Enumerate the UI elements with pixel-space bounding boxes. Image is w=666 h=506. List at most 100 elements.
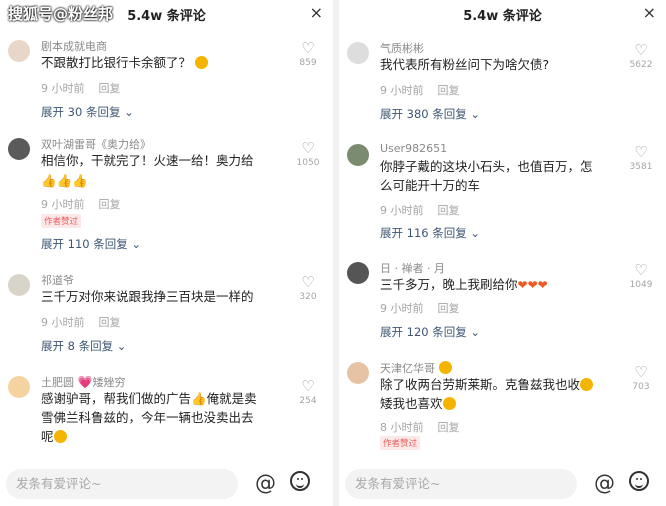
like-button[interactable]: ♡ 859 (295, 40, 321, 68)
comment-text: 三千万对你来说跟我挣三百块是一样的 (41, 289, 254, 304)
comment-username[interactable]: 日 · 禅者 · 月 (380, 260, 445, 276)
heart-icon: ♡ (634, 363, 648, 381)
comment-username[interactable]: 祁道爷 (41, 272, 74, 288)
close-icon[interactable]: × (310, 3, 323, 22)
comment-input-bar: 发条有爱评论~ @ (339, 460, 666, 506)
comment-text: 呢 (41, 427, 286, 446)
comment-time: 9 小时前 (380, 204, 424, 217)
heart-icon: ♡ (301, 139, 315, 157)
expand-replies-button[interactable]: 展开 30 条回复 ⌄ (41, 104, 134, 120)
expand-replies-button[interactable]: 展开 8 条回复 ⌄ (41, 338, 126, 354)
close-icon[interactable]: × (643, 3, 656, 22)
comment-text-emoji: 👍👍👍 (41, 173, 88, 188)
heart-icon: ♡ (634, 41, 648, 59)
like-button[interactable]: ♡ 320 (295, 274, 321, 302)
like-count: 703 (632, 382, 650, 392)
screenshot-composite: 搜狐号@粉丝邦 5.4w 条评论 × 剧本成就电商 不跟散打比银行卡余额了？ 9… (0, 0, 666, 506)
comment-meta: 9 小时前 回复 (41, 314, 121, 330)
reply-button[interactable]: 回复 (438, 302, 460, 315)
emoji-icon (195, 56, 208, 69)
like-count: 3581 (629, 162, 653, 172)
comment-username[interactable]: 天津亿华哥 (380, 360, 452, 376)
right-comment-panel: 5.4w 条评论 × 气质彬彬 我代表所有粉丝问下为啥欠债? 9 小时前 回复 展… (333, 0, 666, 506)
comment-time: 8 小时前 (380, 421, 424, 434)
comment-text: 感谢驴哥，帮我们做的广告👍俺就是卖 (41, 391, 257, 406)
comment-meta: 8 小时前 回复 (380, 419, 460, 435)
comment-input-bar: 发条有爱评论~ @ (0, 460, 333, 506)
comment-text: 不跟散打比银行卡余额了？ (41, 53, 286, 72)
like-count: 5622 (629, 60, 653, 70)
avatar[interactable] (347, 262, 369, 284)
comment-username[interactable]: 双叶湖雷哥《奥力给》 (41, 136, 151, 152)
avatar[interactable] (8, 40, 30, 62)
avatar[interactable] (8, 376, 30, 398)
comment-header: 5.4w 条评论 × (339, 0, 666, 26)
like-count: 1050 (296, 158, 320, 168)
like-count: 254 (299, 396, 317, 406)
like-button[interactable]: ♡ 5622 (628, 42, 654, 70)
comment-text: 你脖子戴的这块小石头，也值百万，怎 (380, 159, 593, 174)
like-button[interactable]: ♡ 1049 (628, 262, 654, 290)
heart-emoji-icon: 💗 (77, 375, 93, 389)
comment-meta: 9 小时前 回复 (380, 202, 460, 218)
emoji-icon (438, 361, 452, 374)
expand-replies-button[interactable]: 展开 110 条回复 ⌄ (41, 236, 141, 252)
comment-username[interactable]: User982651 (380, 142, 447, 155)
author-liked-badge: 作者赞过 (41, 214, 82, 228)
comment-text: 矮我也喜欢 (380, 394, 625, 413)
comment-text: 么可能开十万的车 (380, 178, 481, 193)
at-icon[interactable]: @ (255, 471, 276, 495)
like-button[interactable]: ♡ 3581 (628, 144, 654, 172)
avatar[interactable] (8, 274, 30, 296)
reply-button[interactable]: 回复 (438, 204, 460, 217)
like-count: 320 (299, 292, 317, 302)
like-count: 1049 (629, 280, 653, 290)
heart-icon: ♡ (301, 377, 315, 395)
at-icon[interactable]: @ (594, 471, 615, 495)
emoji-icon (53, 430, 67, 443)
heart-emoji-icon: ❤❤❤ (517, 278, 548, 292)
comment-meta: 9 小时前 回复 (380, 82, 460, 98)
comment-input[interactable]: 发条有爱评论~ (6, 469, 238, 499)
expand-replies-button[interactable]: 展开 380 条回复 ⌄ (380, 106, 480, 122)
expand-replies-button[interactable]: 展开 120 条回复 ⌄ (380, 324, 480, 340)
comment-time: 9 小时前 (41, 316, 85, 329)
comment-text: 相信你，干就完了！火速一给！奥力给 (41, 153, 254, 168)
comment-time: 9 小时前 (41, 82, 85, 95)
comment-time: 9 小时前 (380, 84, 424, 97)
comment-text: 雪佛兰科鲁兹的，今年一辆也没卖出去 (41, 410, 254, 425)
like-count: 859 (299, 58, 317, 68)
comment-username[interactable]: 气质彬彬 (380, 40, 424, 56)
emoji-icon[interactable] (629, 471, 649, 491)
comment-meta: 9 小时前 回复 (41, 80, 121, 96)
comment-text: 我代表所有粉丝问下为啥欠债? (380, 57, 550, 72)
watermark: 搜狐号@粉丝邦 (8, 5, 114, 23)
reply-button[interactable]: 回复 (99, 316, 121, 329)
avatar[interactable] (347, 144, 369, 166)
left-comment-panel: 5.4w 条评论 × 剧本成就电商 不跟散打比银行卡余额了？ 9 小时前 回复 展… (0, 0, 333, 506)
heart-icon: ♡ (634, 143, 648, 161)
reply-button[interactable]: 回复 (438, 421, 460, 434)
heart-icon: ♡ (301, 39, 315, 57)
comment-text: 三千多万，晚上我刷给你❤❤❤ (380, 277, 548, 292)
reply-button[interactable]: 回复 (99, 82, 121, 95)
comment-input[interactable]: 发条有爱评论~ (345, 469, 577, 499)
like-button[interactable]: ♡ 254 (295, 378, 321, 406)
comment-username[interactable]: 土肥圆 💗矮矬穷 (41, 374, 125, 390)
emoji-icon (442, 397, 456, 410)
comment-time: 9 小时前 (41, 198, 85, 211)
comment-time: 9 小时前 (380, 302, 424, 315)
avatar[interactable] (347, 362, 369, 384)
comment-username[interactable]: 剧本成就电商 (41, 38, 107, 54)
like-button[interactable]: ♡ 1050 (295, 140, 321, 168)
expand-replies-button[interactable]: 展开 116 条回复 ⌄ (380, 225, 480, 241)
heart-icon: ♡ (301, 273, 315, 291)
avatar[interactable] (8, 138, 30, 160)
emoji-icon[interactable] (290, 471, 310, 491)
comment-text: 除了收两台劳斯莱斯。克鲁兹我也收 (380, 375, 625, 394)
reply-button[interactable]: 回复 (99, 198, 121, 211)
comment-count-title: 5.4w 条评论 (463, 9, 542, 24)
avatar[interactable] (347, 42, 369, 64)
like-button[interactable]: ♡ 703 (628, 364, 654, 392)
reply-button[interactable]: 回复 (438, 84, 460, 97)
